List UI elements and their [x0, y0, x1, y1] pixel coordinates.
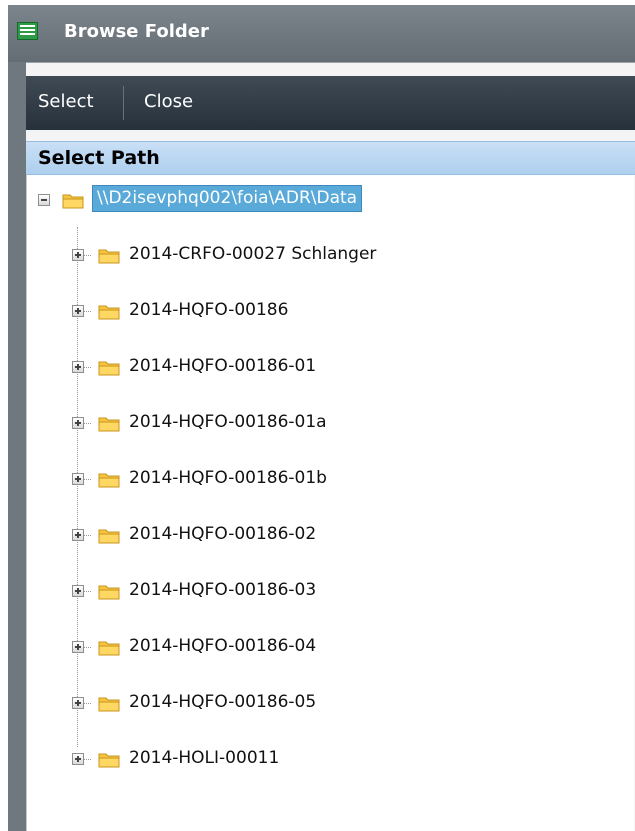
menu-separator [123, 86, 124, 120]
tree-node-root[interactable]: \\D2isevphq002\foia\ADR\Data [27, 185, 627, 215]
folder-label[interactable]: 2014-CRFO-00027 Schlanger [129, 244, 376, 264]
folder-label[interactable]: 2014-HQFO-00186-02 [129, 524, 316, 544]
expand-icon[interactable] [72, 361, 84, 373]
folder-icon [98, 753, 120, 768]
window-title: Browse Folder [64, 21, 209, 42]
expand-icon[interactable] [72, 753, 84, 765]
folder-label[interactable]: 2014-HQFO-00186-05 [129, 692, 316, 712]
folder-icon [98, 417, 120, 432]
collapse-icon[interactable] [38, 194, 50, 206]
tree-node-folder[interactable]: 2014-CRFO-00027 Schlanger [27, 241, 627, 271]
folder-icon [98, 585, 120, 600]
folder-icon [62, 194, 84, 209]
tree-node-folder[interactable]: 2014-HQFO-00186-03 [27, 577, 627, 607]
expand-icon[interactable] [72, 249, 84, 261]
folder-label[interactable]: 2014-HQFO-00186-01b [129, 468, 327, 488]
select-path-header: Select Path [26, 141, 635, 175]
expand-icon[interactable] [72, 585, 84, 597]
tree-node-folder[interactable]: 2014-HQFO-00186 [27, 297, 627, 327]
title-bar: Browse Folder [8, 5, 635, 62]
folder-icon [98, 305, 120, 320]
expand-icon[interactable] [72, 305, 84, 317]
tree-node-folder[interactable]: 2014-HQFO-00186-01a [27, 409, 627, 439]
menu-bar: Select Close [26, 76, 635, 130]
section-title: Select Path [38, 147, 160, 169]
folder-icon [98, 641, 120, 656]
tree-node-folder[interactable]: 2014-HQFO-00186-01b [27, 465, 627, 495]
expand-icon[interactable] [72, 417, 84, 429]
expand-icon[interactable] [72, 529, 84, 541]
dialog-body: Select Close Select Path \\D2isevphq002\… [26, 62, 635, 831]
tree-node-folder[interactable]: 2014-HQFO-00186-04 [27, 633, 627, 663]
select-button[interactable]: Select [38, 91, 94, 112]
folder-label[interactable]: 2014-HQFO-00186 [129, 300, 288, 320]
folder-icon [98, 529, 120, 544]
expand-icon[interactable] [72, 641, 84, 653]
folder-icon [98, 473, 120, 488]
close-button[interactable]: Close [144, 91, 193, 112]
folder-tree: \\D2isevphq002\foia\ADR\Data 2014-CRFO-0… [26, 175, 634, 831]
folder-label[interactable]: 2014-HQFO-00186-01a [129, 412, 327, 432]
tree-node-folder[interactable]: 2014-HOLI-00011 [27, 745, 627, 775]
root-path-label[interactable]: \\D2isevphq002\foia\ADR\Data [92, 185, 363, 212]
tree-node-folder[interactable]: 2014-HQFO-00186-01 [27, 353, 627, 383]
tree-node-folder[interactable]: 2014-HQFO-00186-02 [27, 521, 627, 551]
folder-icon [98, 361, 120, 376]
folder-icon [98, 249, 120, 264]
folder-label[interactable]: 2014-HQFO-00186-01 [129, 356, 316, 376]
expand-icon[interactable] [72, 473, 84, 485]
tree-node-folder[interactable]: 2014-HQFO-00186-05 [27, 689, 627, 719]
expand-icon[interactable] [72, 697, 84, 709]
folder-label[interactable]: 2014-HOLI-00011 [129, 748, 279, 768]
browse-folder-window: Browse Folder Select Close Select Path \… [8, 5, 635, 831]
folder-icon [98, 697, 120, 712]
folder-label[interactable]: 2014-HQFO-00186-04 [129, 636, 316, 656]
folder-label[interactable]: 2014-HQFO-00186-03 [129, 580, 316, 600]
window-app-icon [17, 22, 38, 40]
